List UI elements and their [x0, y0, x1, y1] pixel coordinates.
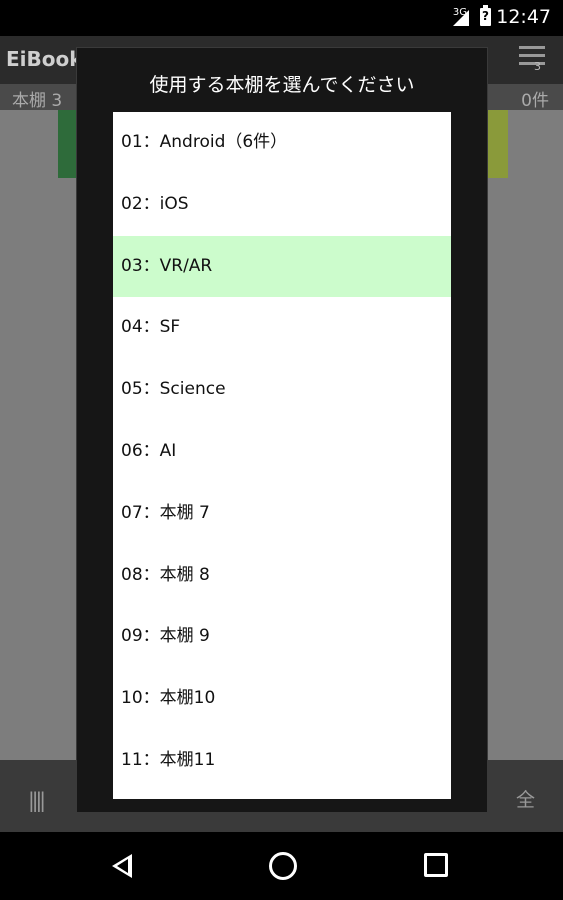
shelf-item-04[interactable]: 04：SF	[113, 297, 451, 359]
shelf-list: 01：Android（6件） 02：iOS 03：VR/AR 04：SF 05：…	[113, 112, 451, 799]
shelf-item-05[interactable]: 05：Science	[113, 359, 451, 421]
shelf-item-01[interactable]: 01：Android（6件）	[113, 112, 451, 174]
all-button[interactable]: 全	[516, 785, 535, 812]
home-icon[interactable]	[269, 852, 297, 880]
shelf-item-10[interactable]: 10：本棚10	[113, 668, 451, 730]
recents-icon[interactable]	[424, 853, 448, 877]
shelf-item-11[interactable]: 11：本棚11	[113, 730, 451, 792]
signal-icon	[453, 10, 469, 26]
shelf-select-dialog: 使用する本棚を選んでください 01：Android（6件） 02：iOS 03：…	[76, 47, 488, 813]
menu-badge: 3	[534, 60, 541, 73]
shelf-item-07[interactable]: 07：本棚 7	[113, 483, 451, 545]
shelf-item-06[interactable]: 06：AI	[113, 421, 451, 483]
shelf-item-08[interactable]: 08：本棚 8	[113, 545, 451, 607]
status-bar: 3G 12:47	[0, 0, 563, 36]
shelf-item-02[interactable]: 02：iOS	[113, 174, 451, 236]
dialog-title: 使用する本棚を選んでください	[149, 74, 415, 96]
current-shelf-label: 本棚 3	[12, 91, 63, 111]
status-time: 12:47	[496, 6, 551, 28]
navigation-bar	[0, 832, 563, 900]
barcode-icon[interactable]: ||||	[28, 788, 46, 812]
shelf-item-09[interactable]: 09：本棚 9	[113, 606, 451, 668]
menu-icon[interactable]	[519, 46, 545, 74]
battery-icon	[480, 5, 491, 26]
book-count-label: 0件	[521, 91, 549, 111]
back-icon[interactable]	[112, 854, 132, 878]
shelf-item-03[interactable]: 03：VR/AR	[113, 235, 451, 298]
